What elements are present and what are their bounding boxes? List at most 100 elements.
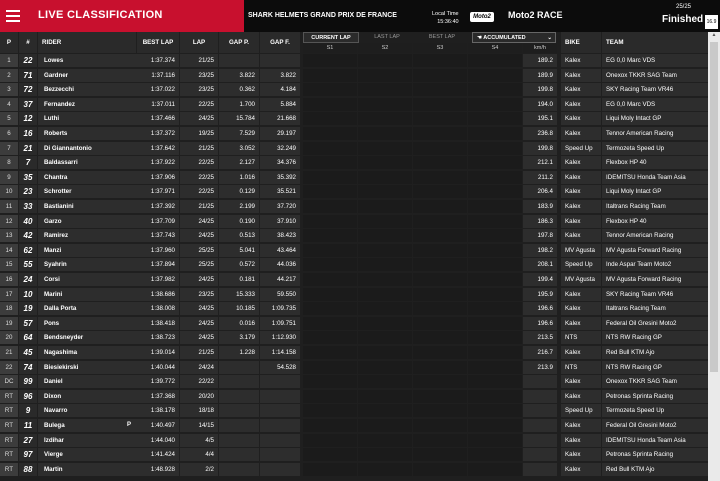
row-speed: 183.9: [523, 200, 557, 213]
row-lap: 24/25: [180, 316, 218, 330]
row-rider-name: Daniel: [38, 375, 142, 389]
row-sector-2: [358, 302, 412, 316]
row-sector-2: [358, 170, 412, 184]
row-sector-1: [303, 83, 357, 97]
row-gap-prev: [219, 448, 259, 462]
row-rider-name: Garzo: [38, 214, 142, 228]
table-row[interactable]: RT 97 Vierge 1:41.424 4/4 Kalex Petronas Sprin…: [0, 448, 708, 462]
row-rider-name: Dixon: [38, 389, 142, 403]
row-gap-prev: 1.228: [219, 346, 259, 359]
row-position: 8: [0, 156, 18, 170]
scroll-up-icon[interactable]: ▲: [708, 32, 720, 40]
table-row[interactable]: RT 27 Izdihar 1:44.040 4/5 Kalex IDEMITSU Hond…: [0, 433, 708, 448]
row-speed: 199.8: [523, 83, 557, 97]
row-lap: 22/25: [180, 185, 218, 199]
row-speed: [523, 404, 557, 418]
table-row[interactable]: 19 57 Pons 1:38.418 24/25 0.016 1:09.751 196.6 K…: [0, 316, 708, 331]
row-bike: Kalex: [561, 170, 601, 184]
row-team: SKY Racing Team VR46: [602, 287, 708, 301]
row-gap-first: [260, 433, 300, 447]
row-gap-first: 44.217: [260, 273, 300, 286]
table-row[interactable]: 3 72 Bezzecchi 1:37.022 23/25 0.362 4.184 199.8…: [0, 83, 708, 97]
row-sector-4: [468, 258, 522, 272]
table-row[interactable]: 12 40 Garzo 1:37.709 24/25 0.190 37.910 186.3 Ka…: [0, 214, 708, 229]
row-sector-1: [303, 360, 357, 374]
row-sector-4: [468, 462, 522, 476]
row-best-lap: 1:38.178: [137, 404, 179, 418]
row-rider-name: Roberts: [38, 127, 142, 140]
scrollbar-thumb[interactable]: [710, 42, 718, 372]
row-sector-3: [413, 389, 467, 403]
row-sector-4: [468, 214, 522, 228]
row-lap: 25/25: [180, 243, 218, 257]
row-gap-prev: [219, 375, 259, 389]
table-row[interactable]: 20 64 Bendsneyder 1:38.723 24/25 3.179 1:12.93…: [0, 331, 708, 345]
row-best-lap: 1:38.686: [137, 287, 179, 301]
table-row[interactable]: 5 12 Luthi 1:37.466 24/25 15.784 21.668 195.1 Ka…: [0, 112, 708, 126]
table-row[interactable]: 8 7 Baldassarri 1:37.922 22/25 2.127 34.376 212…: [0, 156, 708, 170]
table-row[interactable]: 16 24 Corsi 1:37.982 24/25 0.181 44.217 199.4 MV…: [0, 273, 708, 287]
row-rider-number: 23: [19, 185, 37, 199]
accumulated-select[interactable]: ☚ ACCUMULATED ⌄: [472, 32, 556, 43]
table-row[interactable]: 6 16 Roberts 1:37.372 19/25 7.529 29.197 236.8 K…: [0, 127, 708, 141]
table-row[interactable]: 4 37 Fernandez 1:37.011 22/25 1.700 5.884 194.0…: [0, 97, 708, 112]
row-position: 11: [0, 200, 18, 213]
row-gap-first: 29.197: [260, 127, 300, 140]
tab-current-lap[interactable]: CURRENT LAP: [303, 32, 359, 43]
row-rider-number: 33: [19, 200, 37, 213]
row-lap: 22/25: [180, 97, 218, 111]
table-row[interactable]: 22 74 Biesiekirski 1:40.044 24/24 54.528 213.9…: [0, 360, 708, 375]
table-row[interactable]: 11 33 Bastianini 1:37.392 21/25 2.199 37.720 18…: [0, 200, 708, 214]
table-row[interactable]: DC 99 Daniel 1:39.772 22/22 Kalex Onexox TKKR …: [0, 375, 708, 389]
vertical-scrollbar[interactable]: ▲: [708, 32, 720, 481]
table-row[interactable]: 15 55 Syahrin 1:37.894 25/25 0.572 44.036 208.1…: [0, 258, 708, 272]
row-sector-3: [413, 243, 467, 257]
row-rider-name: Baldassarri: [38, 156, 142, 170]
table-row[interactable]: 17 10 Marini 1:38.686 23/25 15.333 59.550 195.9…: [0, 287, 708, 302]
table-row[interactable]: 10 23 Schrotter 1:37.971 22/25 0.129 35.521 206…: [0, 185, 708, 199]
row-gap-first: [260, 404, 300, 418]
tab-last-lap[interactable]: LAST LAP: [360, 32, 414, 43]
row-lap: 21/25: [180, 54, 218, 67]
row-gap-prev: [219, 54, 259, 67]
table-row[interactable]: RT 96 Dixon 1:37.368 20/20 Kalex Petronas Spri…: [0, 389, 708, 404]
row-speed: 212.1: [523, 156, 557, 170]
row-gap-prev: [219, 433, 259, 447]
table-row[interactable]: 21 45 Nagashima 1:39.014 21/25 1.228 1:14.158 2…: [0, 346, 708, 360]
session-status: Finished: [662, 14, 704, 25]
table-row[interactable]: 13 42 Ramirez 1:37.743 24/25 0.513 38.423 197.8…: [0, 229, 708, 243]
table-row[interactable]: RT 88 Martin 1:48.928 2/2 Kalex Red Bull KTM A…: [0, 462, 708, 477]
tab-best-lap[interactable]: BEST LAP: [415, 32, 469, 43]
row-sector-1: [303, 68, 357, 82]
table-row[interactable]: 2 71 Gardner 1:37.116 23/25 3.822 3.822 189.9 Ka…: [0, 68, 708, 83]
row-sector-3: [413, 112, 467, 126]
row-lap: 21/25: [180, 346, 218, 359]
row-sector-1: [303, 185, 357, 199]
table-row[interactable]: 1 22 Lowes 1:37.374 21/25 189.2 Kalex EG 0,0 Ma…: [0, 54, 708, 68]
table-row[interactable]: 9 35 Chantra 1:37.906 22/25 1.016 35.392 211.2 K…: [0, 170, 708, 185]
row-sector-1: [303, 331, 357, 345]
row-sector-4: [468, 229, 522, 243]
table-row[interactable]: RT 11 Bulega 1:40.497 14/15 Kalex Federal Oil …: [0, 419, 708, 433]
row-sector-4: [468, 127, 522, 140]
row-best-lap: 1:37.011: [137, 97, 179, 111]
table-row[interactable]: RT 9 Navarro 1:38.178 18/18 Speed Up Termozeta…: [0, 404, 708, 418]
row-bike: Kalex: [561, 302, 601, 316]
row-best-lap: 1:37.372: [137, 127, 179, 140]
row-best-lap: 1:39.014: [137, 346, 179, 359]
table-row[interactable]: 7 21 Di Giannantonio 1:37.642 21/25 3.052 32.2…: [0, 141, 708, 156]
row-rider-name: Ramirez: [38, 229, 142, 243]
row-rider-name: Dalla Porta: [38, 302, 142, 316]
menu-icon[interactable]: [6, 10, 20, 22]
row-speed: 206.4: [523, 185, 557, 199]
row-sector-1: [303, 141, 357, 155]
row-sector-1: [303, 433, 357, 447]
col-team: TEAM: [602, 32, 708, 53]
row-rider-name: Martin: [38, 462, 142, 476]
row-sector-2: [358, 287, 412, 301]
row-position: 22: [0, 360, 18, 374]
table-row[interactable]: 18 19 Dalla Porta 1:38.008 24/25 10.185 1:09.7…: [0, 302, 708, 316]
row-best-lap: 1:37.894: [137, 258, 179, 272]
table-row[interactable]: 14 62 Manzi 1:37.960 25/25 5.041 43.464 198.2 MV…: [0, 243, 708, 258]
row-rider-number: 22: [19, 54, 37, 67]
